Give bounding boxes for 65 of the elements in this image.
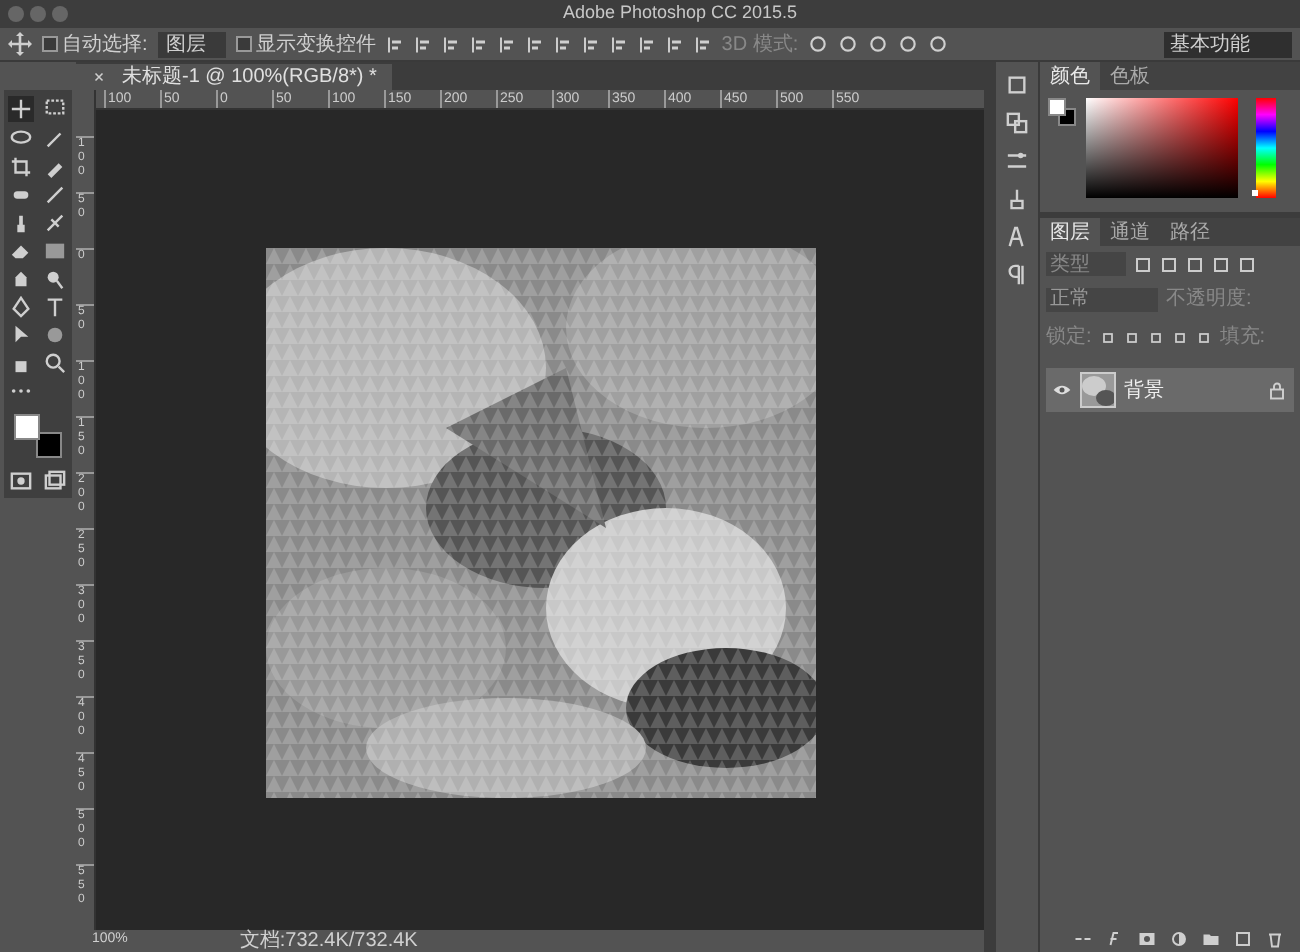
quick-mask-icon[interactable] [10, 470, 32, 492]
align-icon[interactable] [497, 35, 516, 53]
align-icon[interactable] [609, 35, 628, 53]
hue-slider[interactable] [1256, 98, 1276, 198]
layer-dropdown[interactable]: 图层 [157, 31, 226, 57]
checkbox-label: 自动选择: [62, 31, 148, 59]
layer-name: 背景 [1124, 377, 1166, 405]
layer-row[interactable]: 背景 [1046, 368, 1294, 412]
lock-pixels-icon[interactable] [1099, 329, 1116, 345]
align-icon[interactable] [385, 35, 404, 53]
move-icon[interactable] [8, 32, 32, 56]
trash-icon[interactable] [1266, 929, 1284, 947]
lasso-icon[interactable] [10, 128, 32, 150]
align-icon[interactable] [581, 35, 600, 53]
align-icon[interactable] [469, 35, 488, 53]
align-icon[interactable] [413, 35, 432, 53]
pointer-icon[interactable] [10, 324, 32, 346]
align-icon[interactable] [525, 35, 544, 53]
align-icon[interactable] [637, 35, 656, 53]
panel-tab[interactable]: 通道 [1100, 218, 1160, 246]
crop-icon[interactable] [10, 156, 32, 178]
panel-tab[interactable]: 路径 [1160, 218, 1220, 246]
align-icon[interactable] [693, 35, 712, 53]
close-icon[interactable] [92, 70, 106, 84]
window-title: Adobe Photoshop CC 2015.5 [562, 0, 798, 27]
color-field[interactable] [1086, 98, 1238, 198]
color-swatches-icon[interactable] [14, 414, 62, 458]
panel-tab[interactable]: 图层 [1040, 218, 1100, 246]
mask-icon[interactable] [1138, 929, 1156, 947]
align-icon[interactable] [553, 35, 572, 53]
color-swatches-icon[interactable] [1048, 98, 1076, 126]
gradient-icon[interactable] [44, 240, 66, 262]
marquee-icon[interactable] [44, 96, 66, 118]
new-layer-icon[interactable] [1234, 929, 1252, 947]
blend-mode-dropdown[interactable]: 正常 [1046, 287, 1158, 311]
eraser-icon[interactable] [10, 240, 32, 262]
half-circle-icon[interactable] [1170, 929, 1188, 947]
document-info: 文档:732.4K/732.4K [239, 927, 418, 952]
filter-field[interactable]: 类型 [1046, 252, 1126, 276]
panel-tab[interactable]: 颜色 [1040, 62, 1100, 90]
eye-icon[interactable] [1052, 380, 1072, 400]
shape-icon[interactable] [44, 324, 66, 346]
checkbox-label: 显示变换控件 [255, 31, 376, 59]
screen-mode-icon[interactable] [44, 470, 66, 492]
workspace-dropdown[interactable]: 基本功能 [1164, 31, 1292, 57]
zoom-icon[interactable] [44, 352, 66, 374]
image-filter-icon[interactable] [1134, 255, 1152, 273]
align-icon[interactable] [441, 35, 460, 53]
paragraph-icon[interactable] [1006, 264, 1028, 286]
move-icon[interactable] [10, 98, 32, 120]
folder-icon[interactable] [1202, 929, 1220, 947]
checkbox[interactable] [42, 36, 58, 52]
align-icon[interactable] [665, 35, 684, 53]
document-tab[interactable]: 未标题-1 @ 100%(RGB/8*) * [76, 64, 393, 90]
type-icon[interactable] [44, 296, 66, 318]
fx-icon[interactable] [1106, 929, 1124, 947]
dodge-icon[interactable] [44, 268, 66, 290]
panel-tab[interactable]: 色板 [1100, 62, 1160, 90]
checkbox[interactable] [235, 36, 252, 52]
slider-thumb[interactable] [1252, 190, 1258, 197]
character-icon[interactable] [1006, 226, 1028, 248]
adjust-icon[interactable] [1006, 150, 1028, 172]
pen-icon[interactable] [10, 296, 32, 318]
layer-thumbnail [1080, 372, 1116, 408]
layer-comps-icon[interactable] [1006, 112, 1028, 134]
